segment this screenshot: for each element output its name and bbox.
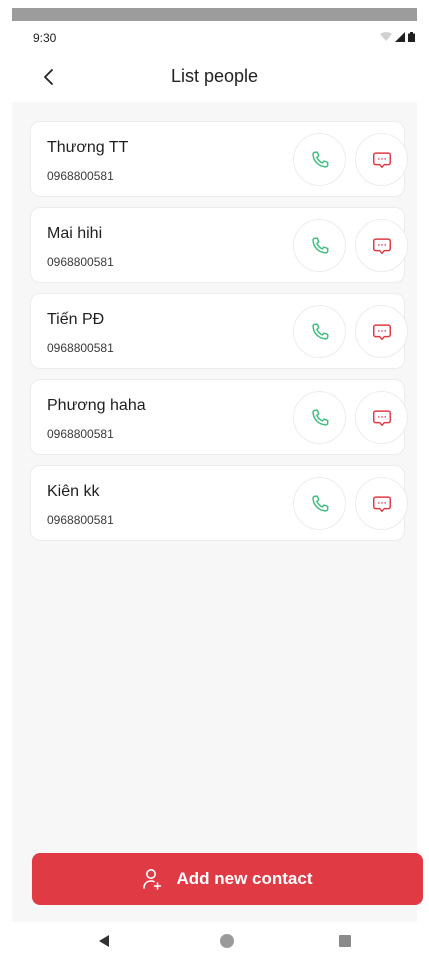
nav-back-icon[interactable]: [99, 935, 109, 947]
contact-card[interactable]: Tiến PĐ 0968800581: [30, 293, 408, 369]
nav-home-icon[interactable]: [220, 934, 234, 948]
contact-phone: 0968800581: [47, 169, 114, 183]
contact-name: Phương haha: [47, 397, 146, 414]
phone-icon: [311, 494, 328, 512]
contact-phone: 0968800581: [47, 513, 114, 527]
status-time: 9:30: [33, 31, 57, 45]
status-icons: [380, 32, 415, 42]
add-contact-label: Add new contact: [176, 869, 313, 888]
message-icon: [372, 409, 391, 426]
contact-name: Thương TT: [47, 139, 129, 156]
contact-card[interactable]: Mai hihi 0968800581: [30, 207, 408, 283]
nav-recents-icon[interactable]: [339, 935, 351, 947]
user-plus-icon: [143, 869, 162, 890]
call-button[interactable]: [293, 133, 346, 186]
call-button[interactable]: [293, 391, 346, 444]
call-button[interactable]: [293, 477, 346, 530]
phone-icon: [311, 322, 328, 340]
phone-icon: [311, 236, 328, 254]
contact-card[interactable]: Phương haha 0968800581: [30, 379, 408, 455]
call-button[interactable]: [293, 305, 346, 358]
page-title: List people: [170, 66, 259, 86]
system-nav-bar: [0, 922, 429, 956]
signal-icon: [395, 32, 405, 42]
message-icon: [372, 151, 391, 168]
contact-name: Kiên kk: [47, 483, 100, 500]
message-button[interactable]: [355, 133, 408, 186]
message-button[interactable]: [355, 391, 408, 444]
wifi-icon: [380, 32, 392, 41]
phone-icon: [311, 408, 328, 426]
content-area: Thương TT 0968800581 Mai hihi 0968800581…: [12, 102, 417, 922]
message-button[interactable]: [355, 305, 408, 358]
message-icon: [372, 495, 391, 512]
battery-icon: [408, 32, 415, 42]
phone-icon: [311, 150, 328, 168]
contact-card[interactable]: Kiên kk 0968800581: [30, 465, 408, 541]
contact-phone: 0968800581: [47, 341, 114, 355]
message-button[interactable]: [355, 219, 408, 272]
top-strip: [12, 8, 417, 21]
contact-list: Thương TT 0968800581 Mai hihi 0968800581…: [30, 121, 408, 551]
status-bar: 9:30: [0, 28, 429, 50]
header: List people: [0, 52, 429, 102]
contact-phone: 0968800581: [47, 427, 114, 441]
contact-name: Tiến PĐ: [47, 311, 105, 328]
contact-card[interactable]: Thương TT 0968800581: [30, 121, 408, 197]
call-button[interactable]: [293, 219, 346, 272]
add-new-contact-button[interactable]: Add new contact: [32, 853, 423, 905]
message-button[interactable]: [355, 477, 408, 530]
screen: 9:30 List people Thương TT 0968800581 Ma…: [0, 0, 429, 956]
contact-name: Mai hihi: [47, 225, 103, 242]
message-icon: [372, 323, 391, 340]
contact-phone: 0968800581: [47, 255, 114, 269]
message-icon: [372, 237, 391, 254]
